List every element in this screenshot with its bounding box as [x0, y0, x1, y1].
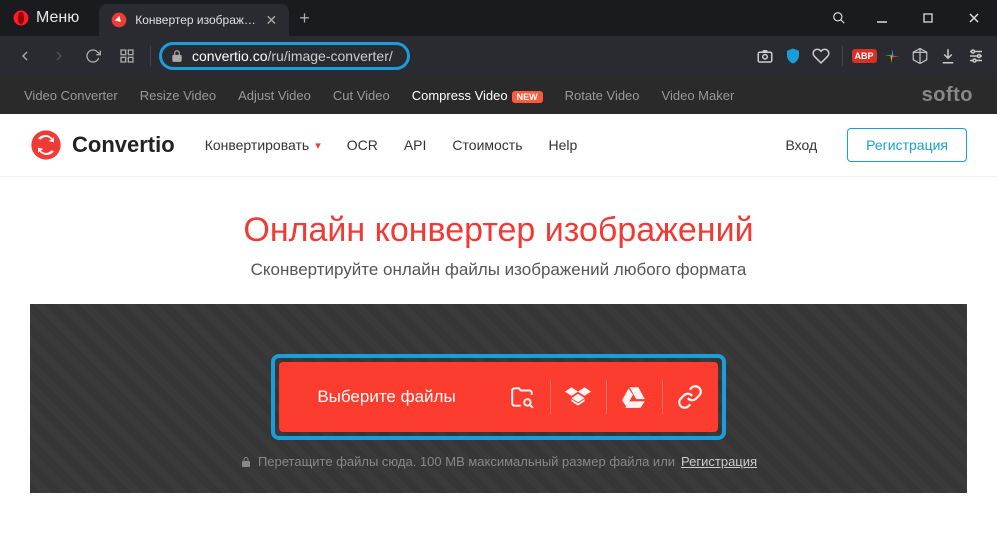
dropzone-hint: Перетащите файлы сюда. 100 MB максимальн…: [240, 454, 757, 469]
convertio-logo-icon: [30, 129, 62, 161]
tab-favicon-icon: [111, 12, 127, 28]
softo-nav-item[interactable]: Compress VideoNEW: [412, 88, 543, 103]
dropzone[interactable]: Выберите файлы: [30, 304, 967, 493]
lock-icon: [240, 456, 252, 468]
google-drive-icon: [621, 384, 647, 410]
window-close-button[interactable]: [951, 0, 997, 36]
window-maximize-button[interactable]: [905, 0, 951, 36]
browser-tab[interactable]: Конвертер изображений ✕: [99, 4, 289, 36]
chevron-down-icon: ▾: [315, 139, 321, 152]
softo-nav-item[interactable]: Video Converter: [24, 88, 118, 103]
choose-files-button[interactable]: Выберите файлы: [279, 387, 493, 407]
arrow-right-icon: [51, 48, 67, 64]
easy-setup-button[interactable]: [965, 45, 987, 67]
cube-icon: [911, 47, 929, 65]
file-picker-bar: Выберите файлы: [279, 362, 717, 432]
signup-button[interactable]: Регистрация: [847, 128, 967, 162]
camera-icon: [756, 47, 774, 65]
page-title: Онлайн конвертер изображений: [20, 211, 977, 250]
pinwheel-extension-button[interactable]: [881, 45, 903, 67]
browser-titlebar: Меню Конвертер изображений ✕ +: [0, 0, 997, 36]
from-url-button[interactable]: [662, 362, 718, 432]
page-subtitle: Сконвертируйте онлайн файлы изображений …: [20, 260, 977, 280]
heart-button[interactable]: [810, 45, 832, 67]
abp-badge: ABP: [852, 49, 877, 63]
grid-icon: [119, 48, 135, 64]
signup-link[interactable]: Регистрация: [681, 454, 757, 469]
new-tab-button[interactable]: +: [289, 8, 320, 29]
speed-dial-button[interactable]: [112, 41, 142, 71]
softo-nav-item[interactable]: Video Maker: [662, 88, 735, 103]
folder-search-icon: [509, 384, 535, 410]
url-text: convertio.co/ru/image-converter/: [192, 48, 393, 64]
tab-close-button[interactable]: ✕: [266, 12, 278, 29]
pinwheel-icon: [883, 47, 901, 65]
adblock-button[interactable]: ABP: [853, 45, 875, 67]
from-google-drive-button[interactable]: [606, 362, 662, 432]
opera-logo-icon: [12, 9, 30, 27]
brand[interactable]: Convertio: [30, 129, 175, 161]
browser-menu-button[interactable]: Меню: [0, 0, 91, 36]
search-icon: [832, 11, 846, 25]
sliders-icon: [967, 47, 985, 65]
hero: Онлайн конвертер изображений Сконвертиру…: [0, 177, 997, 304]
nav-forward-button[interactable]: [44, 41, 74, 71]
maximize-icon: [921, 11, 935, 25]
softo-nav-item[interactable]: Resize Video: [140, 88, 216, 103]
downloads-button[interactable]: [937, 45, 959, 67]
site-header: Convertio Конвертировать ▾ OCR API Стоим…: [0, 114, 997, 177]
link-icon: [677, 384, 703, 410]
login-link[interactable]: Вход: [785, 137, 817, 153]
vpn-shield-button[interactable]: [782, 45, 804, 67]
dropbox-icon: [565, 384, 591, 410]
nav-help[interactable]: Help: [549, 137, 578, 153]
nav-ocr[interactable]: OCR: [347, 137, 378, 153]
download-icon: [939, 47, 957, 65]
file-button-highlight: Выберите файлы: [271, 354, 725, 440]
close-icon: [967, 11, 981, 25]
minimize-icon: [875, 11, 889, 25]
from-device-button[interactable]: [494, 362, 550, 432]
menu-label: Меню: [36, 9, 79, 27]
softo-nav-bar: Video Converter Resize Video Adjust Video C…: [0, 76, 997, 114]
lock-icon: [170, 49, 184, 63]
softo-logo[interactable]: softo: [922, 84, 973, 107]
nav-back-button[interactable]: [10, 41, 40, 71]
nav-api[interactable]: API: [404, 137, 427, 153]
softo-nav-item[interactable]: Rotate Video: [565, 88, 640, 103]
softo-nav-item[interactable]: Cut Video: [333, 88, 390, 103]
browser-toolbar: convertio.co/ru/image-converter/ ABP: [0, 36, 997, 76]
cube-extension-button[interactable]: [909, 45, 931, 67]
nav-convert[interactable]: Конвертировать ▾: [205, 137, 321, 153]
snapshot-button[interactable]: [754, 45, 776, 67]
reload-icon: [85, 48, 101, 64]
shield-icon: [784, 47, 802, 65]
nav-reload-button[interactable]: [78, 41, 108, 71]
brand-name: Convertio: [72, 132, 175, 158]
nav-pricing[interactable]: Стоимость: [452, 137, 522, 153]
window-minimize-button[interactable]: [859, 0, 905, 36]
browser-search-button[interactable]: [819, 0, 859, 36]
page-content: Convertio Конвертировать ▾ OCR API Стоим…: [0, 114, 997, 557]
tab-title: Конвертер изображений: [135, 13, 257, 27]
address-bar[interactable]: convertio.co/ru/image-converter/: [159, 42, 410, 70]
heart-icon: [812, 47, 830, 65]
site-nav: Конвертировать ▾ OCR API Стоимость Help: [205, 137, 578, 153]
arrow-left-icon: [17, 48, 33, 64]
from-dropbox-button[interactable]: [550, 362, 606, 432]
window-controls: [859, 0, 997, 36]
new-badge: NEW: [512, 91, 543, 103]
softo-nav-item[interactable]: Adjust Video: [238, 88, 311, 103]
